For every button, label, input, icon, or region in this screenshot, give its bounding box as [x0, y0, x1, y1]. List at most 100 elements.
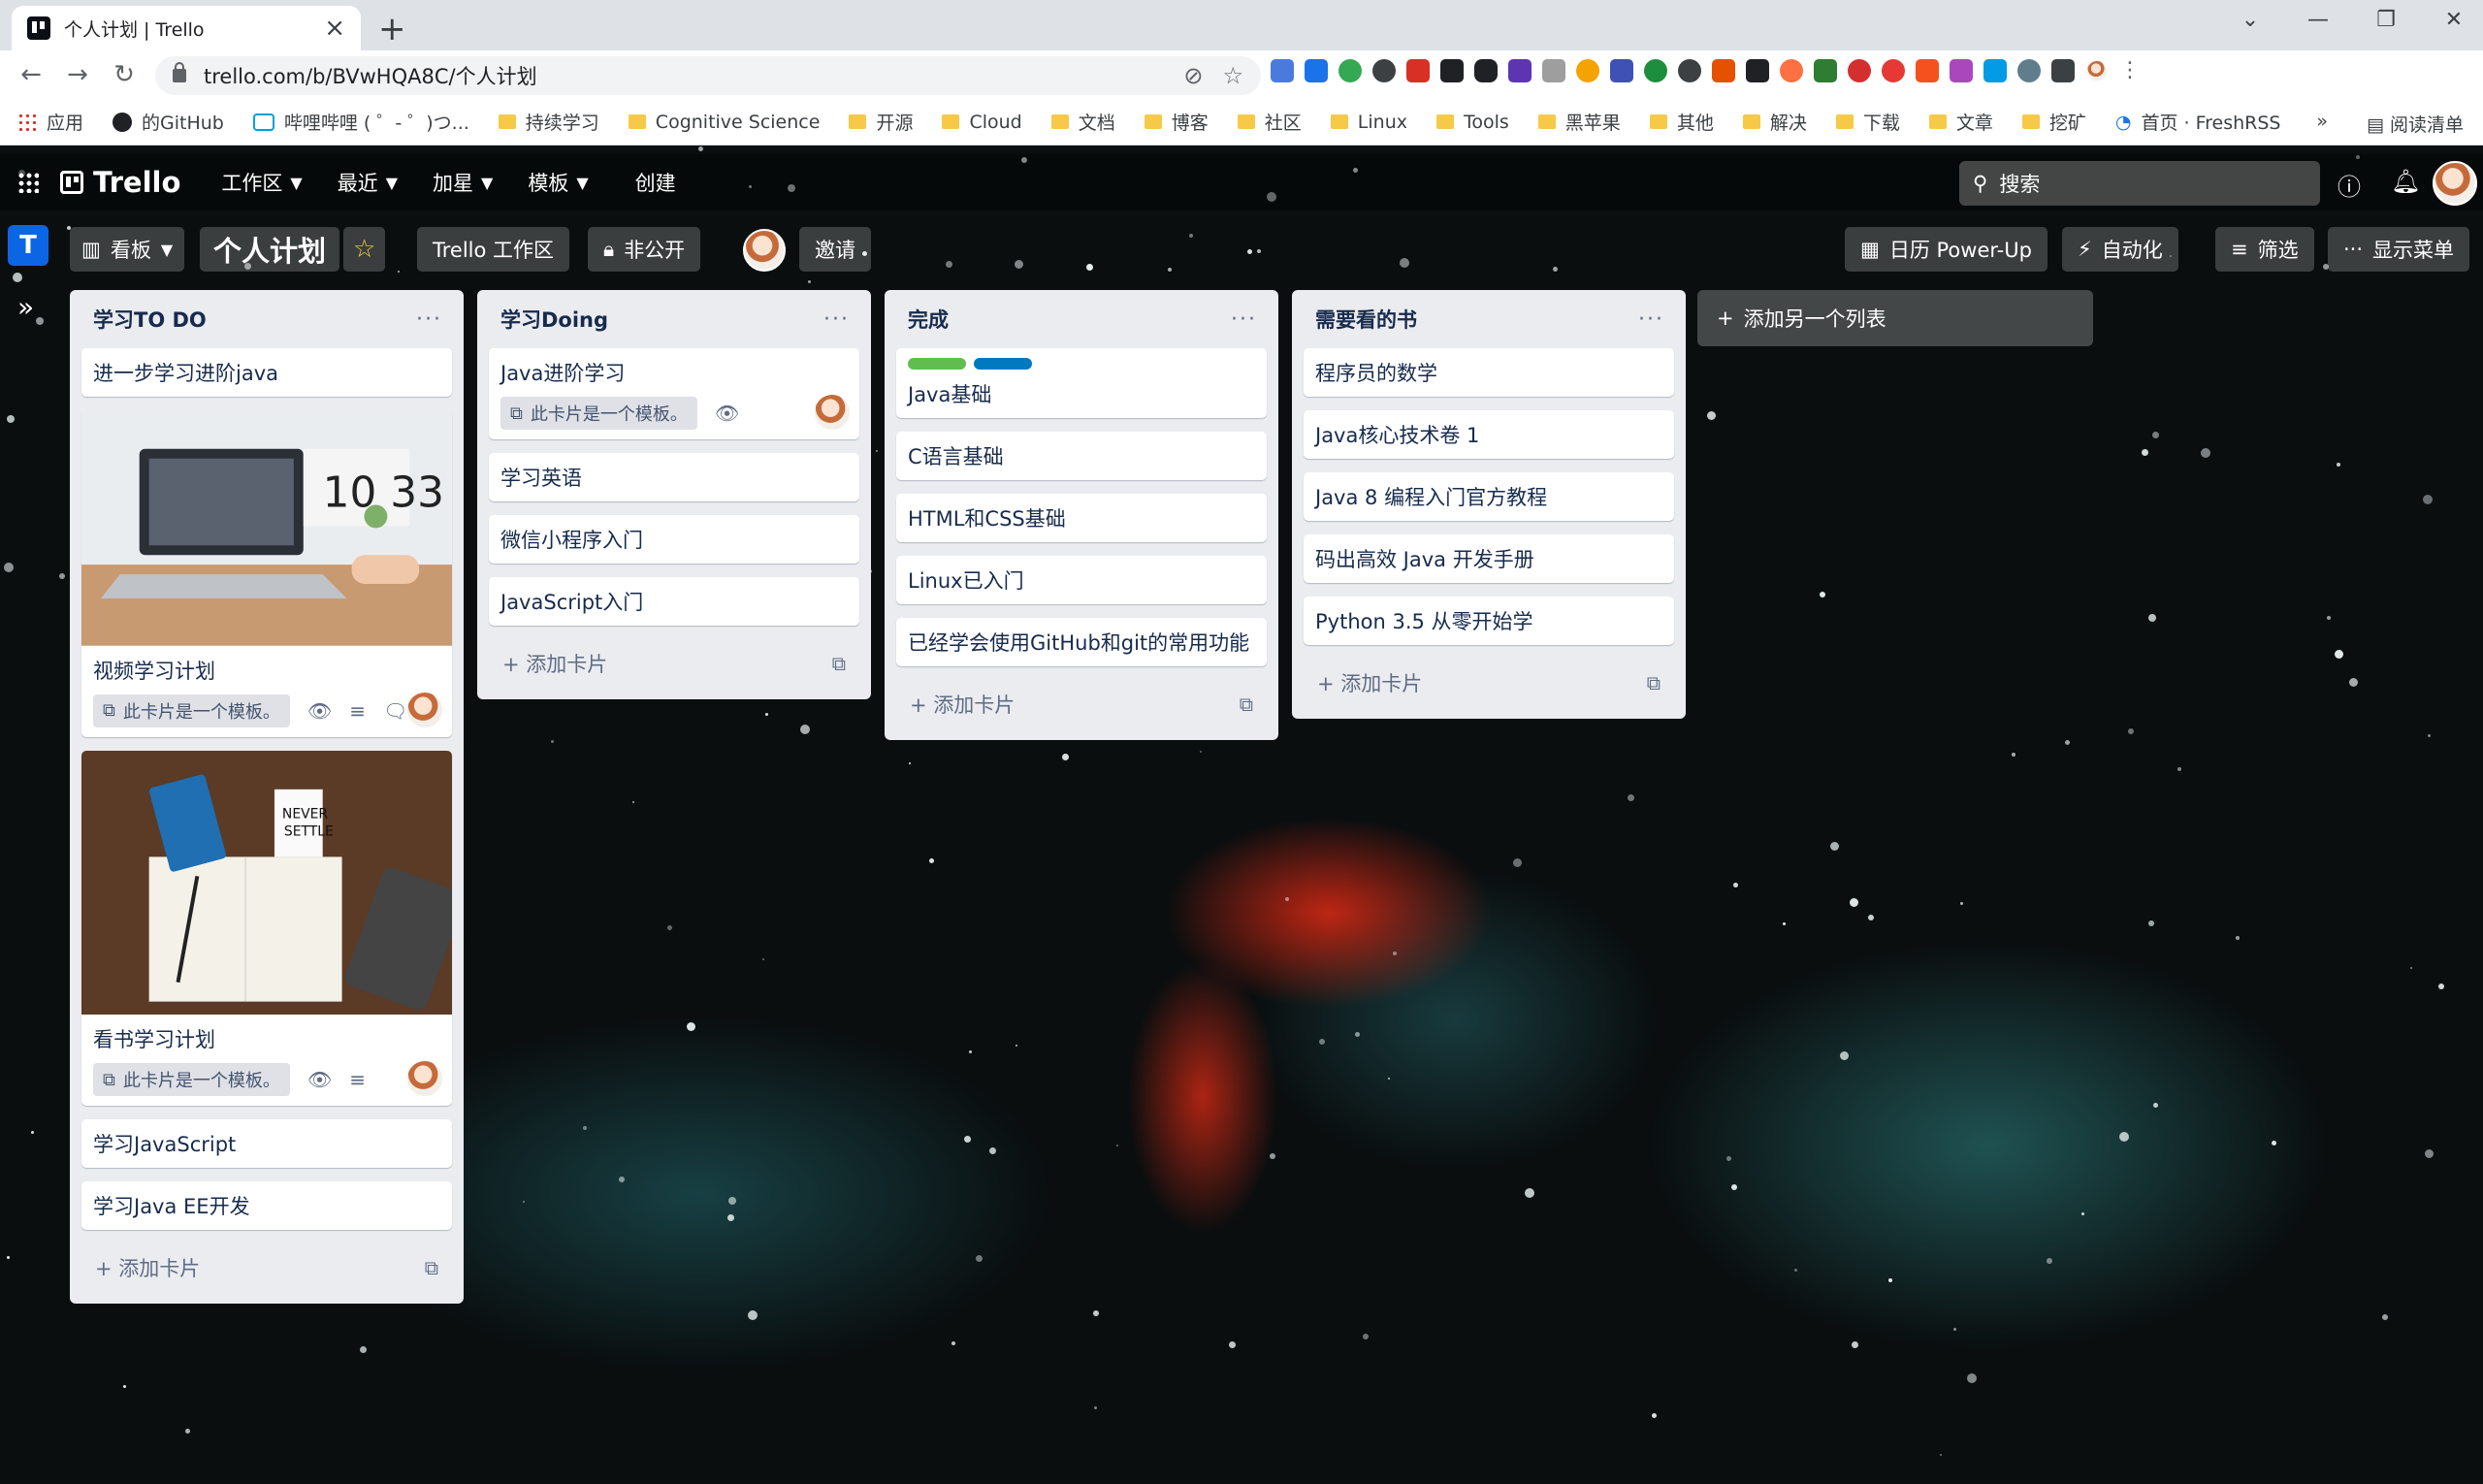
create-from-template-icon[interactable]: ⧉ — [1647, 671, 1661, 694]
browser-tab[interactable]: 个人计划 | Trello × — [12, 6, 361, 50]
filter-button[interactable]: ≡ 筛选 — [2215, 227, 2314, 272]
card[interactable]: 微信小程序入门 — [489, 515, 859, 564]
card[interactable]: 已经学会使用GitHub和git的常用功能 — [896, 618, 1267, 666]
bookmark-folder[interactable]: 博客 — [1144, 109, 1209, 135]
list-menu-icon[interactable]: ··· — [1231, 307, 1257, 332]
create-button[interactable]: 创建 — [635, 168, 676, 197]
bookmark-folder[interactable]: 文章 — [1928, 109, 1993, 135]
bookmark-folder[interactable]: 解决 — [1742, 109, 1807, 135]
card[interactable]: Python 3.5 从零开始学 — [1304, 597, 1674, 645]
circle-extension-icon[interactable] — [1678, 58, 1701, 82]
list-column[interactable]: 完成 ··· Java基础 C语言基础 HTML和CSS基础 Linux已入门 已经学会… — [885, 290, 1278, 740]
member-avatar[interactable] — [743, 229, 786, 272]
bookmark-star-icon[interactable]: ☆ — [1222, 62, 1243, 89]
bookmark-folder[interactable]: 下载 — [1835, 109, 1900, 135]
info-icon[interactable]: ⓘ — [2338, 168, 2361, 202]
list-menu-icon[interactable]: ··· — [1638, 307, 1664, 332]
create-from-template-icon[interactable]: ⧉ — [832, 652, 846, 675]
bookmark-github[interactable]: 的GitHub — [113, 109, 224, 135]
list-menu-icon[interactable]: ··· — [823, 307, 850, 332]
card[interactable]: Java核心技术卷 1 — [1304, 410, 1674, 459]
reading-list-button[interactable]: ▤ 阅读清单 — [2367, 111, 2464, 137]
bookmark-bilibili[interactable]: 哔哩哔哩 ( ゜- ゜)つ... — [252, 109, 469, 135]
g-extension-icon[interactable] — [1576, 58, 1599, 82]
menu-recent[interactable]: 最近 ▼ — [338, 168, 398, 197]
card[interactable]: 学习Java EE开发 — [81, 1181, 452, 1231]
list-header[interactable]: 完成 ··· — [896, 290, 1267, 348]
list-header[interactable]: 需要看的书 ··· — [1304, 290, 1674, 348]
fox-extension-icon[interactable] — [1916, 58, 1939, 82]
bookmark-folder[interactable]: 社区 — [1237, 109, 1302, 135]
list-title[interactable]: 完成 — [908, 305, 949, 334]
search-input[interactable]: ⚲ 搜索 — [1959, 161, 2320, 206]
close-window-icon[interactable]: ✕ — [2420, 8, 2483, 32]
tab-search-icon[interactable]: ⌄ — [2216, 8, 2284, 32]
notification-bell-icon[interactable]: 🔔︎ — [2391, 168, 2420, 195]
columns-extension-icon[interactable] — [1746, 58, 1769, 82]
add-card-button[interactable]: + 添加卡片 ⧉ — [1304, 659, 1674, 707]
board-title[interactable]: 个人计划 — [200, 227, 340, 272]
u-extension-icon[interactable] — [1644, 58, 1667, 82]
reload-icon[interactable]: ↻ — [101, 60, 147, 89]
card-label[interactable] — [908, 358, 966, 370]
list-menu-icon[interactable]: ··· — [416, 307, 442, 332]
forward-icon[interactable]: → — [54, 60, 101, 89]
trello-logo[interactable]: Trello — [60, 166, 180, 199]
app-switcher-icon[interactable] — [17, 172, 39, 193]
gem-extension-icon[interactable] — [1950, 58, 1973, 82]
record-extension-icon[interactable] — [1848, 58, 1871, 82]
card[interactable]: 程序员的数学 — [1304, 348, 1674, 397]
bookmark-freshrss[interactable]: ◔ 首页 · FreshRSS — [2115, 109, 2281, 135]
puzzle-extensions-icon[interactable] — [2051, 58, 2075, 82]
list-column[interactable]: 学习Doing ··· Java进阶学习 ⧉ 此卡片是一个模板。 👁︎ 学习英语 微信小程… — [477, 290, 871, 699]
speed-extension-icon[interactable] — [1372, 58, 1396, 82]
card-member-avatar[interactable] — [405, 1059, 444, 1099]
card[interactable]: 学习英语 — [489, 453, 859, 501]
restore-icon[interactable]: ❐ — [2352, 8, 2420, 32]
tree-extension-icon[interactable] — [1814, 58, 1837, 82]
profile-avatar[interactable] — [2085, 58, 2109, 82]
bookmark-folder[interactable]: Tools — [1435, 112, 1509, 133]
list-title[interactable]: 学习TO DO — [93, 305, 207, 334]
menu-workspaces[interactable]: 工作区 ▼ — [221, 168, 302, 197]
menu-starred[interactable]: 加星 ▼ — [433, 168, 493, 197]
automation-button[interactable]: ⚡︎ 自动化 — [2062, 227, 2178, 272]
card[interactable]: 10 33视频学习计划⧉此卡片是一个模板。👁︎≡🗨︎ 1 — [81, 410, 452, 737]
orange-extension-icon[interactable] — [1780, 58, 1803, 82]
add-card-button[interactable]: + 添加卡片 ⧉ — [489, 639, 859, 688]
card[interactable]: JavaScript入门 — [489, 577, 859, 626]
network-extension-icon[interactable] — [1712, 58, 1735, 82]
bookmark-apps[interactable]: 应用 — [17, 109, 83, 135]
create-from-template-icon[interactable]: ⧉ — [425, 1256, 438, 1279]
workspace-button[interactable]: Trello 工作区 — [417, 227, 570, 272]
more-bookmarks-icon[interactable]: » — [2316, 111, 2328, 137]
card-label[interactable] — [974, 358, 1032, 370]
scholar-extension-icon[interactable] — [1508, 58, 1532, 82]
window-extension-icon[interactable] — [1610, 58, 1633, 82]
back-icon[interactable]: ← — [8, 60, 54, 89]
add-list-button[interactable]: + 添加另一个列表 — [1697, 290, 2093, 346]
bookmark-folder[interactable]: 其他 — [1649, 109, 1714, 135]
new-tab-icon[interactable]: + — [378, 10, 406, 48]
list-column[interactable]: 需要看的书 ··· 程序员的数学 Java核心技术卷 1 Java 8 编程入门官方… — [1292, 290, 1686, 719]
add-card-button[interactable]: + 添加卡片 ⧉ — [896, 680, 1267, 728]
user-avatar[interactable] — [2433, 161, 2477, 206]
add-card-button[interactable]: + 添加卡片 ⧉ — [81, 1243, 452, 1292]
bookmark-folder[interactable]: Cognitive Science — [628, 112, 820, 133]
card-member-avatar[interactable] — [405, 690, 444, 729]
bookmark-folder[interactable]: 黑苹果 — [1537, 109, 1621, 135]
board-view-switcher[interactable]: ▥ 看板 ▼ — [70, 227, 185, 272]
workspace-badge[interactable]: T — [8, 225, 48, 266]
star-board-icon[interactable]: ☆ — [343, 227, 386, 272]
t-extension-icon[interactable] — [1983, 58, 2007, 82]
globe-extension-icon[interactable] — [1338, 58, 1362, 82]
bookmark-folder[interactable]: 挖矿 — [2021, 109, 2086, 135]
list-column[interactable]: 学习TO DO ··· 进一步学习进阶java 10 33 视频学习计划 ⧉ 此卡片是一… — [70, 290, 464, 1305]
card[interactable]: HTML和CSS基础 — [896, 494, 1267, 542]
translate-extension-icon[interactable] — [1271, 58, 1294, 82]
glasses-extension-icon[interactable] — [1474, 58, 1498, 82]
card-member-avatar[interactable] — [813, 393, 852, 432]
visibility-button[interactable]: 🔒︎ 非公开 — [588, 227, 701, 272]
s-extension-icon[interactable] — [1305, 58, 1328, 82]
alert-extension-icon[interactable] — [1882, 58, 1905, 82]
